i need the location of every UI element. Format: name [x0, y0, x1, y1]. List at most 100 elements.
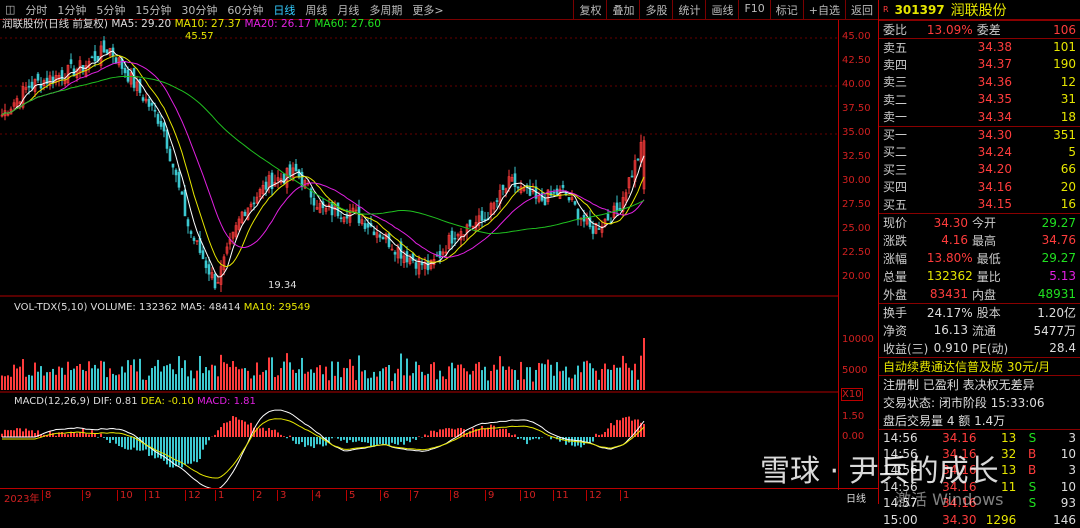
macd-bar: [364, 437, 366, 442]
macd-bar: [217, 430, 219, 437]
volume-bar: [280, 368, 282, 390]
volume-bar: [640, 356, 642, 390]
volume-bar: [82, 370, 84, 390]
candle: [469, 220, 471, 226]
bid-volume: 351: [1016, 128, 1076, 142]
tool-button[interactable]: 画线: [705, 0, 738, 20]
volume-bar: [391, 381, 393, 390]
volume-bar: [349, 359, 351, 390]
windows-activation-watermark: 激活 Windows: [895, 486, 1004, 510]
tool-button[interactable]: 多股: [639, 0, 672, 20]
row-label: 买三: [883, 161, 929, 178]
volume-bar: [172, 369, 174, 390]
volume-bar: [550, 365, 552, 390]
macd-bar: [412, 437, 414, 439]
volume-bar: [85, 371, 87, 390]
row-label: 卖四: [883, 56, 929, 73]
row-value2: 28.4: [1016, 341, 1076, 355]
vol-ma5: MA5: 48414: [180, 302, 240, 313]
macd-bar: [76, 433, 78, 437]
volume-bar: [475, 364, 477, 390]
low-annotation: 19.34: [268, 280, 297, 291]
macd-bar: [337, 437, 339, 439]
candle: [340, 218, 342, 219]
price-tick: 40.00: [842, 79, 871, 90]
tool-button[interactable]: 统计: [672, 0, 705, 20]
row-value2: 34.76: [1016, 233, 1076, 247]
price-tick: 27.50: [842, 199, 871, 210]
vol-volume: VOLUME: 132362: [91, 302, 178, 313]
row-label2: 今开: [972, 214, 1016, 231]
candle: [637, 159, 639, 160]
macd-bar: [538, 437, 540, 439]
volume-bar: [154, 366, 156, 390]
volume-bar: [166, 365, 168, 390]
candle: [502, 185, 504, 189]
macd-bar: [478, 429, 480, 437]
candle: [94, 51, 96, 61]
macd-bar: [370, 437, 372, 447]
macd-bar: [226, 422, 228, 437]
volume-bar: [325, 367, 327, 390]
candle: [514, 174, 516, 187]
macd-bar: [55, 436, 57, 437]
kline-chart[interactable]: [0, 20, 838, 488]
candle: [394, 252, 396, 254]
volume-bar: [4, 376, 6, 390]
volume-bar: [331, 361, 333, 390]
macd-bar: [289, 436, 291, 437]
quote-row: 买五34.1516: [879, 196, 1080, 214]
ma20-line: [2, 61, 644, 257]
row-label2: 最高: [972, 232, 1016, 249]
candle: [115, 58, 117, 63]
tool-button[interactable]: F10: [738, 0, 769, 20]
quote-row: 卖四34.37190: [879, 56, 1080, 74]
volume-bar: [10, 377, 12, 390]
volume-bar: [220, 355, 222, 390]
macd-bar: [106, 437, 108, 440]
volume-bar: [13, 365, 15, 390]
volume-bar: [289, 362, 291, 390]
volume-bar: [625, 363, 627, 390]
tool-button[interactable]: +自选: [803, 0, 845, 20]
macd-bar: [430, 431, 432, 437]
macd-bar: [592, 437, 594, 442]
macd-bar: [184, 437, 186, 465]
volume-bar: [94, 365, 96, 390]
tool-button[interactable]: 复权: [573, 0, 606, 20]
tool-button[interactable]: 返回: [845, 0, 878, 20]
quote-row: 买二34.245: [879, 143, 1080, 161]
macd-bar: [16, 428, 18, 437]
volume-bar: [562, 371, 564, 390]
macd-bar: [85, 434, 87, 437]
candle: [151, 103, 153, 105]
row-value: 13.09%: [927, 23, 977, 37]
volume-bar: [226, 364, 228, 390]
macd-bar: [133, 437, 135, 448]
volume-bar: [16, 368, 18, 390]
macd-bar: [313, 437, 315, 448]
volume-bar: [529, 367, 531, 390]
macd-bar: [595, 434, 597, 437]
candle: [28, 86, 30, 87]
volume-bar: [397, 369, 399, 390]
tick-s: B: [1016, 463, 1036, 477]
macd-bar: [22, 431, 24, 437]
macd-bar: [154, 437, 156, 458]
layout-toggle-icon[interactable]: ◫: [0, 3, 20, 16]
vol-name: VOL-TDX(5,10): [14, 302, 87, 313]
macd-bar: [73, 432, 75, 437]
row-label2: PE(动): [972, 340, 1016, 357]
tab-period[interactable]: 更多>: [407, 2, 448, 18]
tool-button[interactable]: 叠加: [606, 0, 639, 20]
volume-bar: [619, 368, 621, 390]
volume-bar: [100, 361, 102, 390]
quote-row: 涨跌4.16最高34.76: [879, 231, 1080, 249]
macd-bar: [103, 437, 105, 438]
tool-button[interactable]: 标记: [770, 0, 803, 20]
promo-banner[interactable]: 自动续费通达信普及版 30元/月: [879, 357, 1080, 375]
ask-volume: 18: [1016, 110, 1076, 124]
macd-bar: [214, 435, 216, 437]
volume-bar: [196, 371, 198, 390]
macd-bar: [490, 425, 492, 437]
